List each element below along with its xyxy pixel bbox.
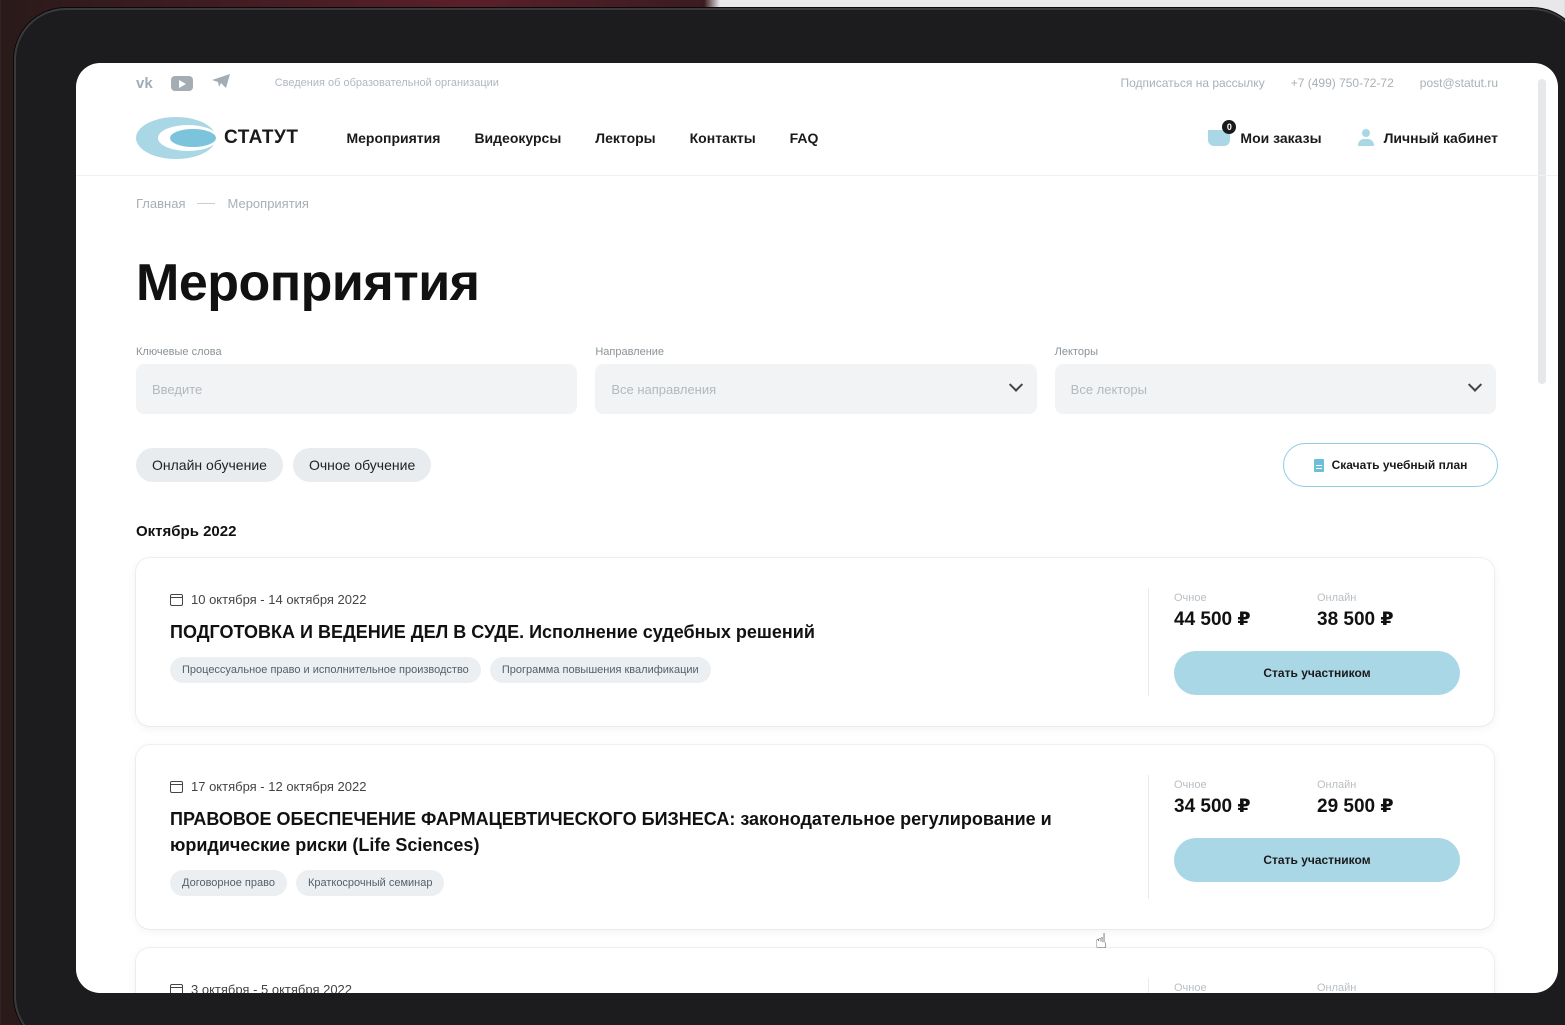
event-title[interactable]: ПОДГОТОВКА И ВЕДЕНИЕ ДЕЛ В СУДЕ. Исполне… bbox=[170, 619, 1110, 645]
breadcrumb-separator bbox=[197, 203, 216, 204]
cart-count-badge: 0 bbox=[1222, 120, 1237, 134]
event-date: 3 октября - 5 октября 2022 bbox=[170, 982, 1110, 993]
online-price: 29 500 ₽ bbox=[1317, 796, 1394, 817]
join-button[interactable]: Стать участником bbox=[1174, 651, 1460, 695]
user-icon bbox=[1357, 129, 1374, 147]
phone-link[interactable]: +7 (499) 750-72-72 bbox=[1291, 76, 1394, 90]
nav-faq[interactable]: FAQ bbox=[790, 130, 819, 146]
my-orders-button[interactable]: 0 Мои заказы bbox=[1208, 120, 1322, 146]
keywords-input[interactable]: Введите bbox=[136, 364, 578, 414]
event-date-text: 3 октября - 5 октября 2022 bbox=[191, 982, 353, 993]
my-orders-label: Мои заказы bbox=[1240, 130, 1322, 146]
main-nav: Мероприятия Видеокурсы Лекторы Контакты … bbox=[346, 130, 818, 146]
offline-price: 34 500 ₽ bbox=[1174, 796, 1251, 817]
subscribe-link[interactable]: Подписаться на рассылку bbox=[1120, 76, 1264, 90]
event-tag[interactable]: Программа повышения квалификации bbox=[489, 657, 711, 683]
lecturers-value: Все лекторы bbox=[1070, 381, 1147, 397]
download-plan-button[interactable]: Скачать учебный план bbox=[1283, 443, 1498, 487]
online-price: 38 500 ₽ bbox=[1317, 609, 1394, 630]
event-date-text: 17 октября - 12 октября 2022 bbox=[191, 779, 367, 794]
browser-viewport: vk Сведения об образовательной организац… bbox=[76, 63, 1558, 993]
online-price-label: Онлайн bbox=[1317, 592, 1357, 604]
account-button[interactable]: Личный кабинет bbox=[1357, 129, 1498, 147]
card-divider bbox=[1148, 588, 1149, 696]
breadcrumb-current: Мероприятия bbox=[227, 196, 309, 211]
filters: Ключевые слова Введите Направление Все н… bbox=[136, 346, 1496, 414]
tablet-frame: vk Сведения об образовательной организац… bbox=[14, 8, 1565, 1025]
event-date: 17 октября - 12 октября 2022 bbox=[170, 779, 1110, 794]
direction-select[interactable]: Все направления bbox=[595, 364, 1037, 414]
chip-offline[interactable]: Очное обучение bbox=[292, 448, 432, 482]
lecturers-label: Лекторы bbox=[1054, 346, 1098, 358]
email-link[interactable]: post@statut.ru bbox=[1420, 76, 1498, 90]
direction-label: Направление bbox=[595, 346, 665, 358]
lecturers-select[interactable]: Все лекторы bbox=[1054, 364, 1496, 414]
keywords-placeholder: Введите bbox=[152, 381, 203, 397]
hand-cursor-icon: ☝ bbox=[1095, 931, 1108, 953]
event-date-text: 10 октября - 14 октября 2022 bbox=[191, 592, 367, 607]
youtube-icon[interactable] bbox=[170, 75, 193, 91]
nav-events[interactable]: Мероприятия bbox=[346, 130, 440, 146]
download-plan-label: Скачать учебный план bbox=[1331, 458, 1468, 472]
header-divider bbox=[76, 175, 1558, 176]
nav-videocourses[interactable]: Видеокурсы bbox=[474, 130, 561, 146]
join-button[interactable]: Стать участником bbox=[1174, 838, 1460, 882]
event-card: 17 октября - 12 октября 2022 ПРАВОВОЕ ОБ… bbox=[136, 745, 1494, 929]
logo-mark-icon bbox=[136, 117, 218, 159]
card-divider bbox=[1148, 775, 1149, 899]
online-price-label: Онлайн bbox=[1317, 779, 1357, 791]
chevron-down-icon bbox=[1467, 377, 1483, 392]
card-divider bbox=[1148, 978, 1149, 993]
top-bar: vk Сведения об образовательной организац… bbox=[136, 73, 1498, 93]
direction-value: Все направления bbox=[611, 381, 717, 397]
event-title[interactable]: ПРАВОВОЕ ОБЕСПЕЧЕНИЕ ФАРМАЦЕВТИЧЕСКОГО Б… bbox=[170, 806, 1110, 858]
online-price-label: Онлайн bbox=[1317, 982, 1357, 993]
event-card: 3 октября - 5 октября 2022 Очное Онлайн bbox=[136, 948, 1494, 993]
event-tag[interactable]: Договорное право bbox=[170, 870, 287, 896]
org-info-link[interactable]: Сведения об образовательной организации bbox=[275, 77, 499, 89]
nav-contacts[interactable]: Контакты bbox=[690, 130, 756, 146]
event-tag[interactable]: Процессуальное право и исполнительное пр… bbox=[170, 657, 481, 683]
offline-price-label: Очное bbox=[1174, 779, 1207, 791]
chip-online[interactable]: Онлайн обучение bbox=[136, 448, 283, 482]
offline-price-label: Очное bbox=[1174, 592, 1207, 604]
keywords-label: Ключевые слова bbox=[136, 346, 222, 358]
basket-icon: 0 bbox=[1208, 120, 1237, 146]
calendar-icon bbox=[170, 780, 183, 793]
breadcrumb-home[interactable]: Главная bbox=[136, 196, 185, 211]
account-label: Личный кабинет bbox=[1383, 130, 1498, 146]
scrollbar[interactable] bbox=[1538, 79, 1546, 384]
chevron-down-icon bbox=[1008, 377, 1023, 392]
main-header: СТАТУТ Мероприятия Видеокурсы Лекторы Ко… bbox=[136, 113, 1498, 163]
offline-price-label: Очное bbox=[1174, 982, 1207, 993]
nav-lecturers[interactable]: Лекторы bbox=[595, 130, 655, 146]
logo-text: СТАТУТ bbox=[224, 127, 299, 148]
event-tag[interactable]: Краткосрочный семинар bbox=[295, 870, 445, 896]
offline-price: 44 500 ₽ bbox=[1174, 609, 1251, 630]
calendar-icon bbox=[170, 593, 183, 606]
calendar-icon bbox=[170, 983, 183, 993]
format-chips: Онлайн обучение Очное обучение bbox=[136, 448, 432, 482]
event-card: 10 октября - 14 октября 2022 ПОДГОТОВКА … bbox=[136, 558, 1494, 726]
page-title: Мероприятия bbox=[136, 254, 480, 312]
breadcrumb: Главная Мероприятия bbox=[136, 196, 309, 211]
logo[interactable]: СТАТУТ bbox=[136, 117, 298, 159]
social-links: vk bbox=[136, 73, 231, 93]
telegram-icon[interactable] bbox=[211, 73, 231, 93]
month-heading: Октябрь 2022 bbox=[136, 523, 237, 540]
event-date: 10 октября - 14 октября 2022 bbox=[170, 592, 1110, 607]
vk-icon[interactable]: vk bbox=[136, 75, 153, 92]
document-icon bbox=[1313, 458, 1324, 472]
